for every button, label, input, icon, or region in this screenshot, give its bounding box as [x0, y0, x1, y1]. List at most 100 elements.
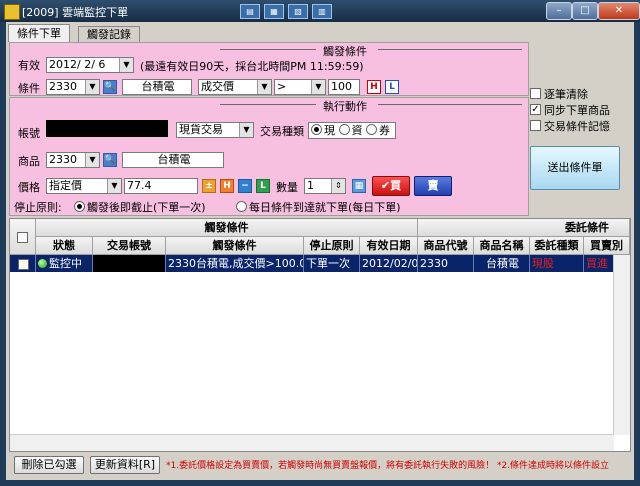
price-input[interactable]: 77.4	[124, 178, 198, 194]
stop-daily-radio[interactable]: 每日條件到達就下單(每日下單)	[236, 199, 401, 215]
toolbar-button-2[interactable]: ▦	[264, 4, 284, 19]
client-area: 條件下單 觸發記錄 觸發條件 有效 2012/ 2/ 6 ▼ (最遠有效日90天，…	[6, 22, 634, 480]
window-title: [2009] 雲端監控下單	[22, 6, 129, 19]
delete-checked-button[interactable]: 刪除已勾選	[14, 456, 84, 474]
col-header-account[interactable]: 交易帳號	[93, 237, 166, 255]
condition-name: 台積電	[122, 79, 192, 95]
product-label: 商品	[18, 155, 40, 168]
col-header-code[interactable]: 商品代號	[418, 237, 474, 255]
product-code-value: 2330	[49, 153, 77, 166]
stop-once-label: 觸發後即截止(下單一次)	[87, 201, 206, 214]
chevron-down-icon: ▼	[311, 80, 325, 94]
clear-one-checkbox[interactable]	[530, 88, 541, 99]
condition-field-value: 成交價	[201, 80, 234, 93]
col-header-side[interactable]: 買賣別	[584, 237, 630, 255]
high-price-button[interactable]: H	[367, 80, 381, 94]
valid-label: 有效	[18, 59, 40, 72]
refresh-button[interactable]: 更新資料[R]	[90, 456, 160, 474]
stepper-arrows-icon: ⇕	[331, 179, 345, 193]
chevron-down-icon: ▼	[257, 80, 271, 94]
quantity-value: 1	[307, 179, 314, 192]
account-label: 帳號	[18, 127, 40, 140]
col-header-name[interactable]: 商品名稱	[474, 237, 530, 255]
condition-field-select[interactable]: 成交價 ▼	[198, 79, 272, 95]
remember-checkbox[interactable]	[530, 120, 541, 131]
kind-radio-short[interactable]: 券	[366, 124, 390, 137]
tab-condition-order[interactable]: 條件下單	[8, 24, 70, 42]
stop-once-radio[interactable]: 觸發後即截止(下單一次)	[74, 199, 206, 215]
toolbar-button-1[interactable]: ▤	[240, 4, 260, 19]
title-bar[interactable]: [2009] 雲端監控下單 ▤ ▦ ▧ ▥ – □ ✕	[0, 0, 640, 22]
radio-icon	[311, 124, 322, 135]
tab-strip: 條件下單 觸發記錄	[8, 24, 628, 42]
col-header-stop-rule[interactable]: 停止原則	[304, 237, 360, 255]
condition-operator-select[interactable]: > ▼	[274, 79, 326, 95]
buy-button[interactable]: ✔買	[372, 176, 410, 196]
toolbar-button-3[interactable]: ▧	[288, 4, 308, 19]
select-all-checkbox[interactable]	[17, 231, 28, 243]
low-price-button[interactable]: L	[385, 80, 399, 94]
row-account-redacted	[93, 255, 166, 272]
valid-date-value: 2012/ 2/ 6	[49, 58, 106, 71]
price-type-select[interactable]: 指定價 ▼	[46, 178, 122, 194]
price-high-button[interactable]: H	[220, 179, 234, 193]
horizontal-scrollbar[interactable]	[10, 434, 614, 451]
condition-label: 條件	[18, 82, 40, 95]
send-condition-button[interactable]: 送出條件單	[530, 146, 620, 190]
row-code: 2330	[418, 255, 474, 272]
valid-date-picker[interactable]: 2012/ 2/ 6 ▼	[46, 57, 134, 73]
kind-label: 券	[379, 124, 390, 137]
app-icon	[4, 4, 20, 20]
kind-label: 資	[351, 124, 363, 137]
status-dot-icon	[38, 259, 47, 268]
chevron-down-icon: ▼	[239, 123, 253, 137]
col-header-status[interactable]: 狀態	[36, 237, 93, 255]
col-header-order-kind[interactable]: 委託種類	[530, 237, 584, 255]
trade-kind-label: 交易種類	[260, 125, 304, 138]
row-order-kind: 現股	[530, 255, 584, 272]
product-name: 台積電	[122, 152, 224, 168]
price-low-button[interactable]: L	[256, 179, 270, 193]
search-icon[interactable]: 🔍	[103, 80, 117, 94]
sync-product-checkbox[interactable]: ✓	[530, 104, 541, 115]
row-condition: 2330台積電,成交價>100.00	[168, 255, 304, 272]
condition-value-input[interactable]: 100	[328, 79, 360, 95]
condition-code-input[interactable]: 2330 ▼	[46, 79, 100, 95]
tab-trigger-log[interactable]: 觸發記錄	[78, 26, 140, 42]
kind-radio-margin[interactable]: 資	[338, 124, 363, 137]
valid-note: (最遠有效日90天，採台北時間PM 11:59:59)	[140, 60, 364, 73]
trigger-panel: 觸發條件 有效 2012/ 2/ 6 ▼ (最遠有效日90天，採台北時間PM 11…	[9, 42, 529, 96]
price-minus-button[interactable]: −	[238, 179, 252, 193]
kind-radio-cash[interactable]: 現	[311, 124, 335, 137]
product-code-input[interactable]: 2330 ▼	[46, 152, 100, 168]
condition-code-value: 2330	[49, 80, 77, 93]
trade-kind-group: 現 資 券	[308, 122, 396, 139]
quantity-stepper[interactable]: 1 ⇕	[304, 178, 346, 194]
chevron-down-icon: ▼	[107, 179, 121, 193]
minimize-button[interactable]: –	[546, 2, 572, 20]
restore-button[interactable]: □	[572, 2, 598, 20]
row-checkbox[interactable]	[18, 258, 29, 270]
chevron-down-icon: ▼	[85, 80, 99, 94]
search-icon[interactable]: 🔍	[103, 153, 117, 167]
sell-button[interactable]: 賣	[414, 176, 452, 196]
row-valid-date: 2012/02/06	[362, 255, 418, 272]
price-type-value: 指定價	[49, 179, 82, 192]
account-redacted[interactable]	[46, 120, 168, 137]
calculator-icon[interactable]: ▦	[352, 179, 366, 193]
close-button[interactable]: ✕	[598, 2, 640, 20]
group-header-order: 委託條件	[418, 219, 630, 237]
col-header-condition[interactable]: 觸發條件	[166, 237, 304, 255]
trade-type-select[interactable]: 現貨交易 ▼	[176, 122, 254, 138]
toolbar-button-4[interactable]: ▥	[312, 4, 332, 19]
price-plusminus-button[interactable]: ±	[202, 179, 216, 193]
radio-icon	[74, 201, 85, 212]
quantity-label: 數量	[276, 181, 298, 194]
buy-label: 買	[390, 179, 402, 192]
price-label: 價格	[18, 181, 40, 194]
status-text: 監控中	[49, 257, 82, 270]
row-status: 監控中	[36, 255, 93, 272]
vertical-scrollbar[interactable]	[613, 255, 630, 435]
remember-label: 交易條件記憶	[544, 120, 610, 133]
col-header-valid-date[interactable]: 有效日期	[360, 237, 418, 255]
